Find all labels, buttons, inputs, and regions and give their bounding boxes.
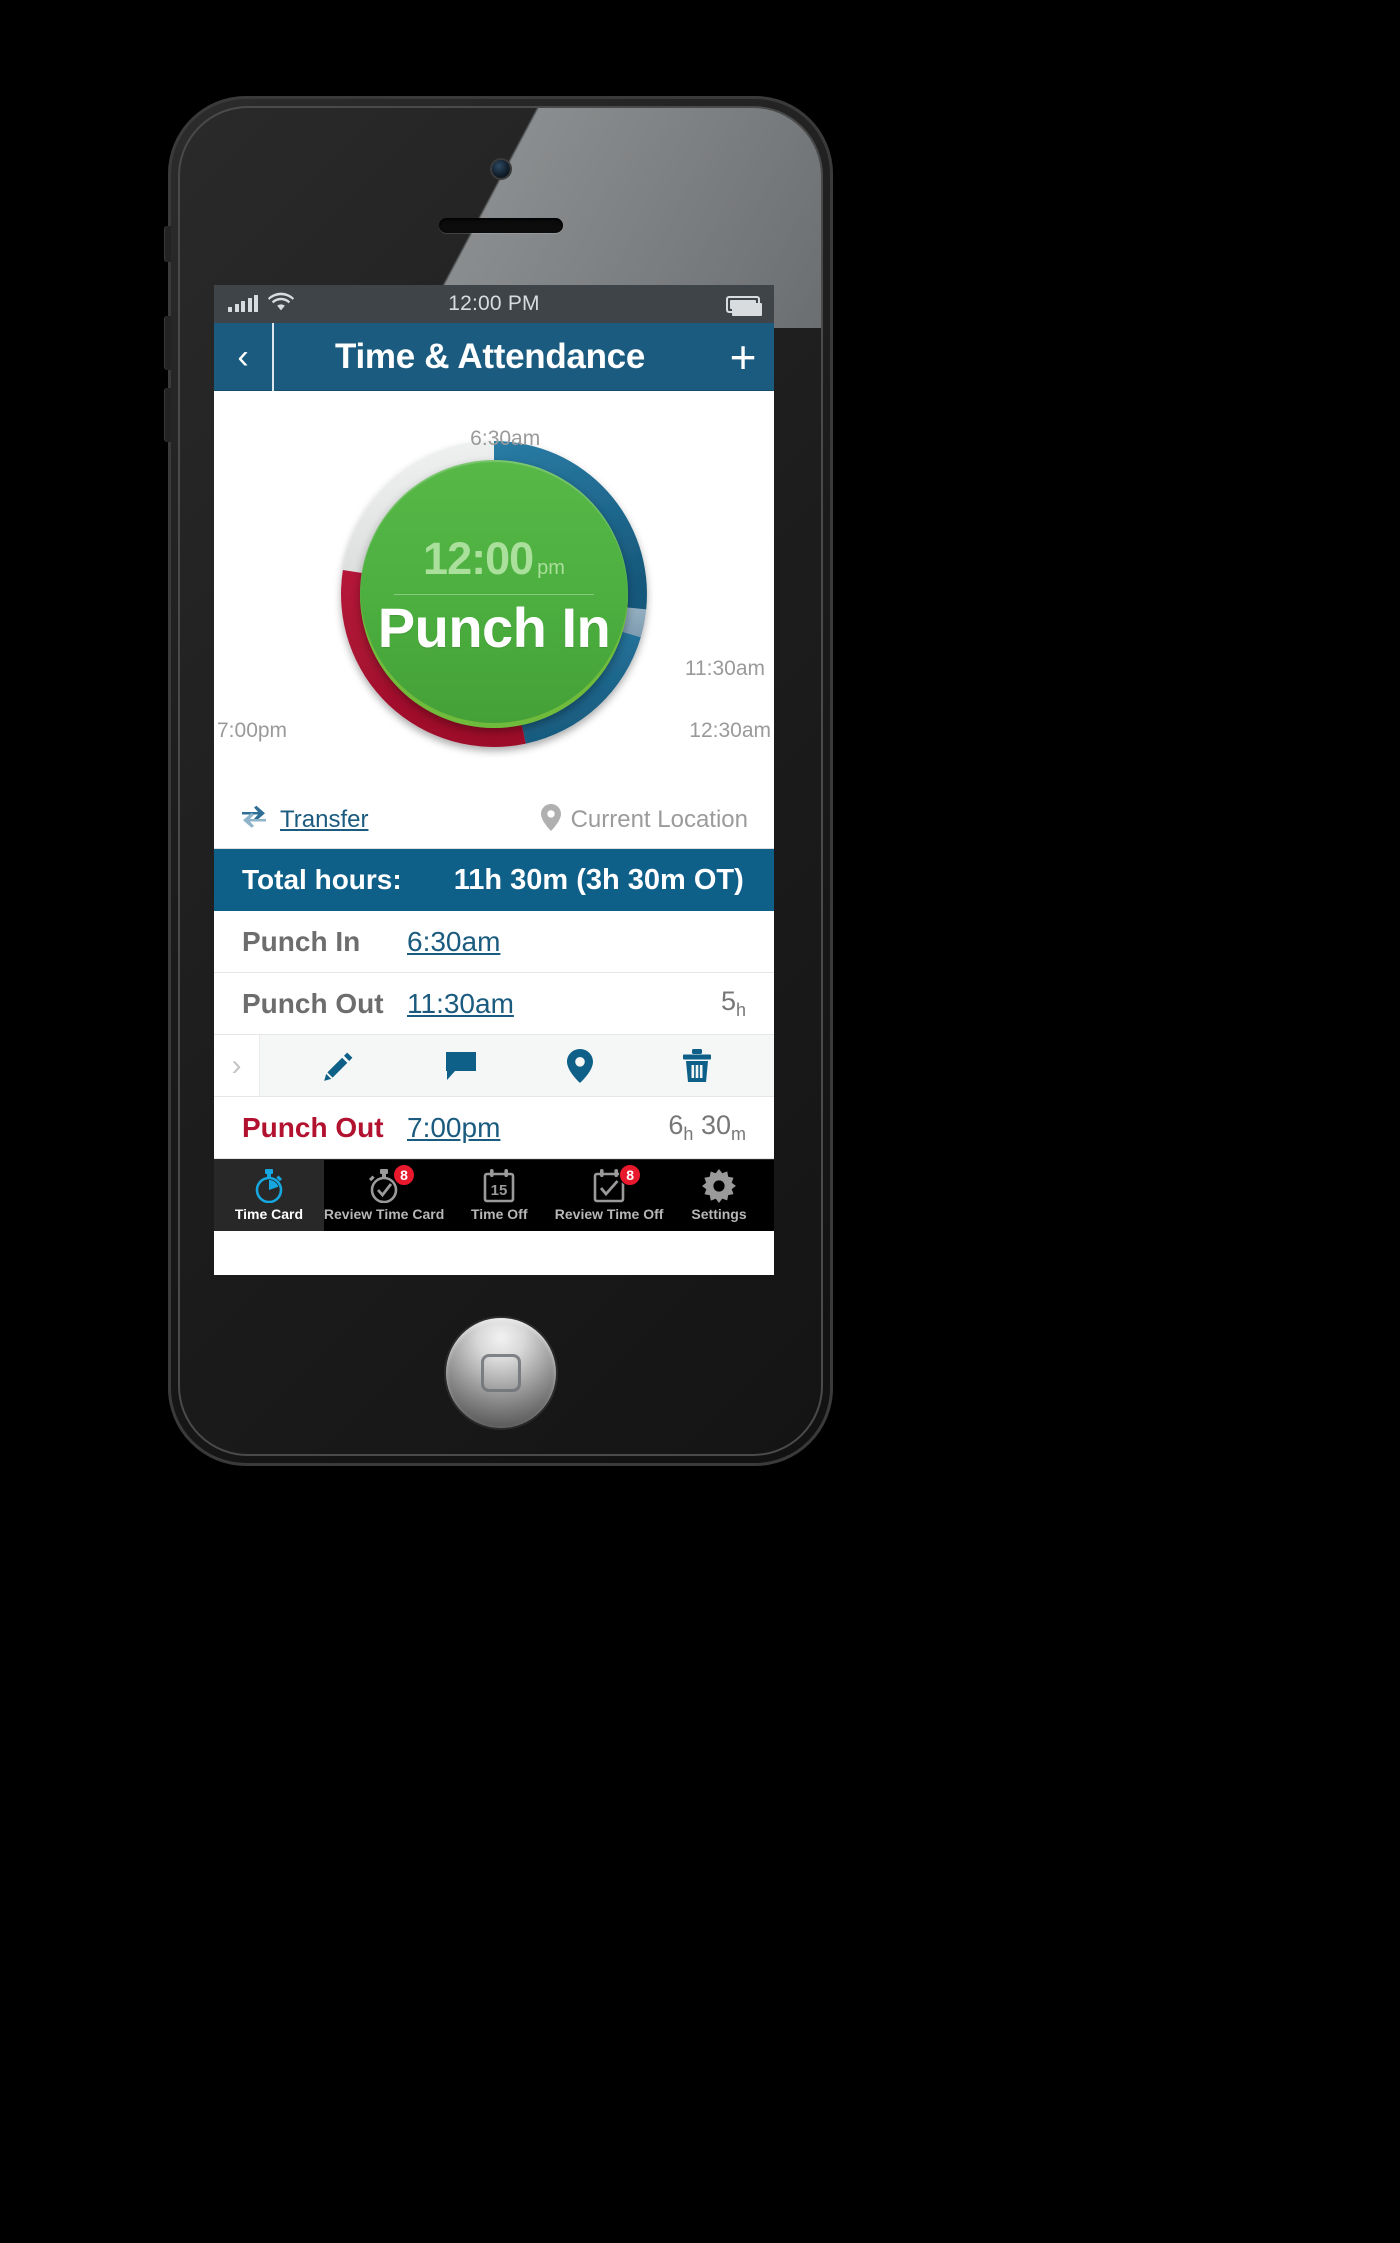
total-hours-value: 11h 30m (3h 30m OT) xyxy=(453,863,744,896)
current-time-display: 12:00 pm xyxy=(423,533,565,585)
back-button[interactable]: ‹ xyxy=(214,323,274,391)
punch-row-time[interactable]: 7:00pm xyxy=(407,1112,500,1144)
row-action-icons xyxy=(260,1035,774,1096)
punch-row-label: Punch Out xyxy=(242,987,384,1019)
home-button[interactable] xyxy=(445,1318,556,1428)
map-pin-icon xyxy=(540,803,561,836)
badge-count: 8 xyxy=(393,1164,416,1186)
total-hours-bar: Total hours: 11h 30m (3h 30m OT) xyxy=(214,849,774,911)
table-row[interactable]: Punch In 6:30am xyxy=(214,911,774,973)
gear-icon xyxy=(702,1169,736,1203)
row-action-toolbar: › xyxy=(214,1035,774,1097)
current-time-ampm: pm xyxy=(537,556,565,579)
edit-pencil-icon[interactable] xyxy=(323,1050,355,1082)
current-time-value: 12:00 xyxy=(423,532,534,584)
comment-icon[interactable] xyxy=(445,1051,477,1081)
volume-down-button[interactable] xyxy=(164,388,171,442)
stopwatch-check-icon: 8 xyxy=(369,1164,416,1203)
transfer-label: Transfer xyxy=(280,805,369,833)
transfer-location-row: Transfer Current Location xyxy=(214,791,774,849)
punch-clock-panel: 12:00 pm Punch In 6:30am 11:30am 12:30am… xyxy=(214,391,774,791)
punch-row-duration: 6h 30m xyxy=(668,1109,746,1145)
donut-label-midnight: 12:30am xyxy=(689,719,771,742)
tab-time-off[interactable]: 15 Time Off xyxy=(444,1160,554,1231)
punch-row-label: Punch Out xyxy=(242,1111,384,1143)
transfer-button[interactable]: Transfer xyxy=(240,805,368,834)
table-row[interactable]: Punch Out 11:30am 5h xyxy=(214,973,774,1035)
status-bar-clock: 12:00 PM xyxy=(448,292,540,315)
expand-chevron-icon[interactable]: › xyxy=(214,1035,260,1096)
tab-review-time-card[interactable]: 8 Review Time Card xyxy=(324,1160,444,1231)
navigation-bar: ‹ Time & Attendance + xyxy=(214,323,774,391)
punch-row-duration: 5h xyxy=(720,985,746,1021)
table-row[interactable]: Punch Out 7:00pm 6h 30m xyxy=(214,1097,774,1159)
tab-time-card[interactable]: Time Card xyxy=(214,1160,324,1231)
punch-divider xyxy=(394,593,594,595)
total-hours-label: Total hours: xyxy=(242,864,402,895)
tab-label: Settings xyxy=(691,1206,747,1222)
badge-count: 8 xyxy=(619,1164,642,1186)
punch-row-time[interactable]: 6:30am xyxy=(407,926,500,958)
donut-label-punch-out-2: 7:00pm xyxy=(217,719,288,742)
earpiece-speaker xyxy=(438,218,563,233)
transfer-arrows-icon xyxy=(240,805,268,834)
donut-label-start: 6:30am xyxy=(470,427,541,450)
tab-label: Review Time Card xyxy=(323,1206,445,1222)
tab-label: Review Time Off xyxy=(554,1206,664,1222)
battery-full-icon xyxy=(726,295,762,316)
donut-label-punch-out-1: 11:30am xyxy=(684,657,765,680)
punch-row-label: Punch In xyxy=(242,925,361,957)
bottom-tab-bar: Time Card 8 Review Time Card 15 Time Off… xyxy=(214,1159,774,1231)
map-pin-icon[interactable] xyxy=(567,1048,593,1083)
time-donut-chart: 12:00 pm Punch In 6:30am 11:30am 12:30am… xyxy=(217,427,771,759)
tab-settings[interactable]: Settings xyxy=(664,1160,774,1231)
home-square-icon xyxy=(480,1354,521,1392)
current-location-group[interactable]: Current Location xyxy=(540,803,748,836)
tab-label: Time Off xyxy=(470,1206,528,1222)
punch-action-label: Punch In xyxy=(377,595,611,659)
phone-screen: 12:00 PM ‹ Time & Attendance + 12:00 pm … xyxy=(214,285,774,1275)
calendar-check-icon: 8 xyxy=(593,1164,642,1203)
current-location-label: Current Location xyxy=(570,805,748,833)
delete-trash-icon[interactable] xyxy=(683,1049,711,1082)
silent-switch[interactable] xyxy=(164,226,171,262)
add-button[interactable]: + xyxy=(712,323,774,391)
punch-row-time[interactable]: 11:30am xyxy=(407,988,514,1020)
svg-text:15: 15 xyxy=(491,1182,508,1199)
page-title: Time & Attendance xyxy=(335,337,645,376)
tab-label: Time Card xyxy=(234,1206,304,1222)
front-camera-icon xyxy=(491,160,510,178)
volume-up-button[interactable] xyxy=(164,316,171,370)
stopwatch-icon xyxy=(254,1169,284,1203)
status-bar: 12:00 PM xyxy=(214,285,774,323)
punch-in-button[interactable]: 12:00 pm Punch In xyxy=(360,460,628,728)
calendar-15-icon: 15 xyxy=(483,1169,515,1203)
tab-review-time-off[interactable]: 8 Review Time Off xyxy=(554,1160,664,1231)
